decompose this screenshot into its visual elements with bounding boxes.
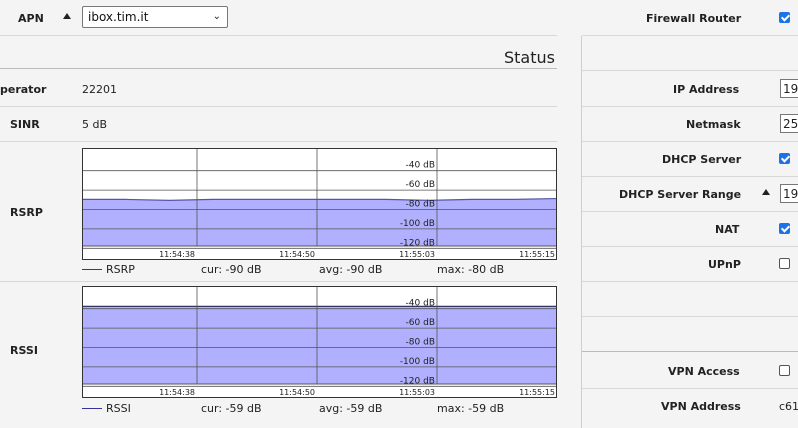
rssi-graph-canvas: -40 dB -60 dB -80 dB -100 dB -120 dB 11:54:38… xyxy=(83,287,556,397)
divider xyxy=(582,316,798,317)
divider xyxy=(582,211,798,212)
rssi-grid-label: -40 dB xyxy=(406,299,435,309)
rsrp-time-label: 11:55:15 xyxy=(519,250,555,259)
rssi-legend-line xyxy=(82,408,102,409)
rssi-legend-avg: avg: -59 dB xyxy=(319,402,383,415)
firewall-router-label: Firewall Router xyxy=(646,12,742,25)
rssi-time-label: 11:55:15 xyxy=(519,388,555,397)
rsrp-legend-avg: avg: -90 dB xyxy=(319,263,383,276)
dhcp-server-checkbox[interactable] xyxy=(779,153,790,164)
divider xyxy=(582,351,798,352)
divider xyxy=(582,106,798,107)
sinr-value: 5 dB xyxy=(82,118,108,131)
status-underline xyxy=(0,68,557,69)
rsrp-area xyxy=(83,198,556,246)
rsrp-graph: -40 dB -60 dB -80 dB -100 dB -120 dB 11:54:38… xyxy=(82,148,557,260)
rssi-legend-max: max: -59 dB xyxy=(437,402,505,415)
expand-triangle-icon[interactable] xyxy=(762,189,770,195)
collapse-triangle-icon[interactable] xyxy=(63,13,71,19)
sinr-label: SINR xyxy=(10,118,40,131)
rssi-grid-label: -60 dB xyxy=(406,318,435,328)
netmask-input[interactable]: 25 xyxy=(780,114,798,133)
rssi-legend-name: RSSI xyxy=(106,402,131,415)
divider xyxy=(582,246,798,247)
rssi-label: RSSI xyxy=(10,344,38,357)
dhcp-server-label: DHCP Server xyxy=(662,153,742,166)
ip-address-value: 19 xyxy=(783,82,798,96)
divider xyxy=(582,35,798,36)
rssi-time-label: 11:54:38 xyxy=(159,388,195,397)
upnp-checkbox[interactable] xyxy=(779,258,790,269)
vpn-address-label: VPN Address xyxy=(661,400,741,413)
rssi-grid-label: -100 dB xyxy=(400,357,435,367)
netmask-label: Netmask xyxy=(686,118,741,131)
firewall-router-checkbox[interactable] xyxy=(779,12,790,23)
rssi-grid-label: -120 dB xyxy=(400,376,435,386)
rssi-grid-label: -80 dB xyxy=(406,338,435,348)
rsrp-grid-label: -40 dB xyxy=(406,161,435,171)
upnp-label: UPnP xyxy=(708,258,741,271)
rssi-area xyxy=(83,306,556,384)
rsrp-graph-canvas: -40 dB -60 dB -80 dB -100 dB -120 dB 11:54:38… xyxy=(83,149,556,259)
rssi-time-label: 11:54:50 xyxy=(279,388,315,397)
operator-value: 22201 xyxy=(82,83,117,96)
apn-label: APN xyxy=(18,12,44,25)
rsrp-time-label: 11:54:38 xyxy=(159,250,195,259)
operator-label: perator xyxy=(0,83,47,96)
rsrp-time-label: 11:55:03 xyxy=(399,250,435,259)
apn-select-value: ibox.tim.it xyxy=(88,10,149,24)
divider xyxy=(0,35,557,36)
chevron-down-icon: ⌄ xyxy=(212,11,221,22)
rssi-time-label: 11:55:03 xyxy=(399,388,435,397)
divider xyxy=(0,141,557,142)
divider xyxy=(582,388,798,389)
rsrp-grid-label: -120 dB xyxy=(400,238,435,248)
vpn-access-checkbox[interactable] xyxy=(779,365,790,376)
divider xyxy=(582,281,798,282)
rssi-legend-cur: cur: -59 dB xyxy=(201,402,262,415)
rsrp-legend-line xyxy=(82,269,102,270)
dhcp-range-input[interactable]: 19 xyxy=(780,184,798,203)
nat-label: NAT xyxy=(715,223,740,236)
rsrp-legend-max: max: -80 dB xyxy=(437,263,505,276)
netmask-value: 25 xyxy=(783,117,798,131)
rsrp-legend-cur: cur: -90 dB xyxy=(201,263,262,276)
vpn-access-label: VPN Access xyxy=(668,365,740,378)
rsrp-label: RSRP xyxy=(10,206,43,219)
apn-select[interactable]: ibox.tim.it ⌄ xyxy=(82,6,228,28)
rsrp-grid-label: -60 dB xyxy=(406,180,435,190)
divider xyxy=(0,106,557,107)
dhcp-range-label: DHCP Server Range xyxy=(619,188,742,201)
vpn-address-value: c61 xyxy=(779,400,798,413)
divider xyxy=(582,141,798,142)
rssi-graph: -40 dB -60 dB -80 dB -100 dB -120 dB 11:54:38… xyxy=(82,286,557,398)
divider xyxy=(0,281,557,282)
divider xyxy=(582,70,798,71)
column-separator xyxy=(581,36,582,428)
rsrp-grid-label: -100 dB xyxy=(400,219,435,229)
nat-checkbox[interactable] xyxy=(779,223,790,234)
divider xyxy=(582,176,798,177)
rsrp-grid-label: -80 dB xyxy=(406,200,435,210)
dhcp-range-value: 19 xyxy=(783,187,798,201)
status-title: Status xyxy=(504,48,555,67)
ip-address-input[interactable]: 19 xyxy=(780,79,798,98)
rsrp-legend-name: RSRP xyxy=(106,263,135,276)
ip-address-label: IP Address xyxy=(673,83,740,96)
rsrp-time-label: 11:54:50 xyxy=(279,250,315,259)
